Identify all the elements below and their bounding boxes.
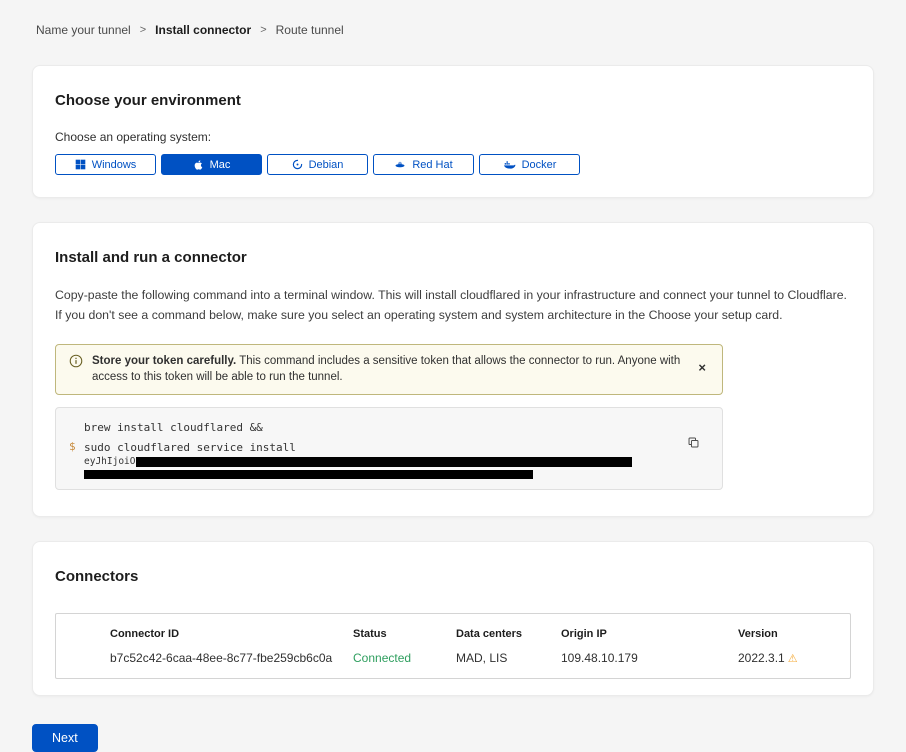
- os-button-redhat[interactable]: Red Hat: [373, 154, 474, 175]
- redacted-token-bar: [136, 457, 632, 467]
- cell-connector-id: b7c52c42-6caa-48ee-8c77-fbe259cb6c0a: [110, 651, 353, 665]
- install-card-title: Install and run a connector: [55, 249, 851, 266]
- redhat-icon: [394, 159, 406, 170]
- close-icon[interactable]: ×: [694, 359, 710, 377]
- apple-icon: [193, 159, 204, 171]
- command-line-2: sudo cloudflared service install: [84, 440, 682, 456]
- status-badge: Connected: [353, 651, 456, 665]
- breadcrumb-step-install-connector[interactable]: Install connector: [155, 23, 251, 37]
- copy-icon[interactable]: [687, 436, 700, 452]
- breadcrumb-step-name-your-tunnel[interactable]: Name your tunnel: [36, 23, 131, 37]
- column-header-status: Status: [353, 628, 456, 640]
- windows-icon: [75, 159, 86, 170]
- connectors-card-title: Connectors: [55, 568, 851, 585]
- breadcrumb-separator: >: [140, 24, 146, 36]
- docker-whale-icon: [503, 159, 516, 170]
- os-button-label: Red Hat: [412, 159, 452, 171]
- breadcrumb-separator: >: [260, 24, 266, 36]
- connectors-card: Connectors Connector ID Status Data cent…: [32, 541, 874, 696]
- os-button-label: Debian: [309, 159, 344, 171]
- token-warning-banner: Store your token carefully. This command…: [55, 344, 723, 395]
- environment-card-title: Choose your environment: [55, 92, 851, 109]
- os-button-label: Windows: [92, 159, 137, 171]
- cell-data-centers: MAD, LIS: [456, 651, 561, 665]
- os-button-mac[interactable]: Mac: [161, 154, 262, 175]
- column-header-version: Version: [738, 628, 838, 640]
- os-button-windows[interactable]: Windows: [55, 154, 156, 175]
- os-button-docker[interactable]: Docker: [479, 154, 580, 175]
- version-value: 2022.3.1: [738, 651, 785, 665]
- cell-origin-ip: 109.48.10.179: [561, 651, 738, 665]
- version-warning-icon: ⚠: [788, 653, 798, 665]
- token-line: eyJhIjoiO: [84, 456, 682, 468]
- os-button-label: Mac: [210, 159, 231, 171]
- os-button-debian[interactable]: Debian: [267, 154, 368, 175]
- next-button[interactable]: Next: [32, 724, 98, 752]
- os-button-group: Windows Mac Debian Red Hat: [55, 154, 851, 175]
- token-prefix: eyJhIjoiO: [84, 456, 135, 467]
- breadcrumb-step-route-tunnel[interactable]: Route tunnel: [276, 23, 344, 37]
- install-command-code-block: $ brew install cloudflared && sudo cloud…: [55, 407, 723, 490]
- token-warning-text: Store your token carefully. This command…: [92, 353, 685, 385]
- environment-card: Choose your environment Choose an operat…: [32, 65, 874, 198]
- os-button-label: Docker: [522, 159, 557, 171]
- connectors-table: Connector ID Status Data centers Origin …: [55, 613, 851, 679]
- terminal-prompt: $: [69, 440, 76, 453]
- column-header-origin-ip: Origin IP: [561, 628, 738, 640]
- column-header-connector-id: Connector ID: [110, 628, 353, 640]
- install-connector-card: Install and run a connector Copy-paste t…: [32, 222, 874, 517]
- breadcrumb: Name your tunnel > Install connector > R…: [0, 0, 906, 37]
- token-warning-bold: Store your token carefully.: [92, 355, 236, 367]
- debian-icon: [292, 159, 303, 170]
- info-icon: [69, 354, 83, 373]
- page: Name your tunnel > Install connector > R…: [0, 0, 906, 752]
- cell-version: 2022.3.1⚠: [738, 651, 838, 665]
- connectors-table-header: Connector ID Status Data centers Origin …: [56, 614, 850, 646]
- redacted-token-bar: [84, 470, 533, 479]
- os-select-label: Choose an operating system:: [55, 130, 851, 144]
- command-line-1: brew install cloudflared &&: [84, 420, 682, 436]
- column-header-data-centers: Data centers: [456, 628, 561, 640]
- install-description: Copy-paste the following command into a …: [55, 285, 851, 325]
- table-row: b7c52c42-6caa-48ee-8c77-fbe259cb6c0a Con…: [56, 646, 850, 678]
